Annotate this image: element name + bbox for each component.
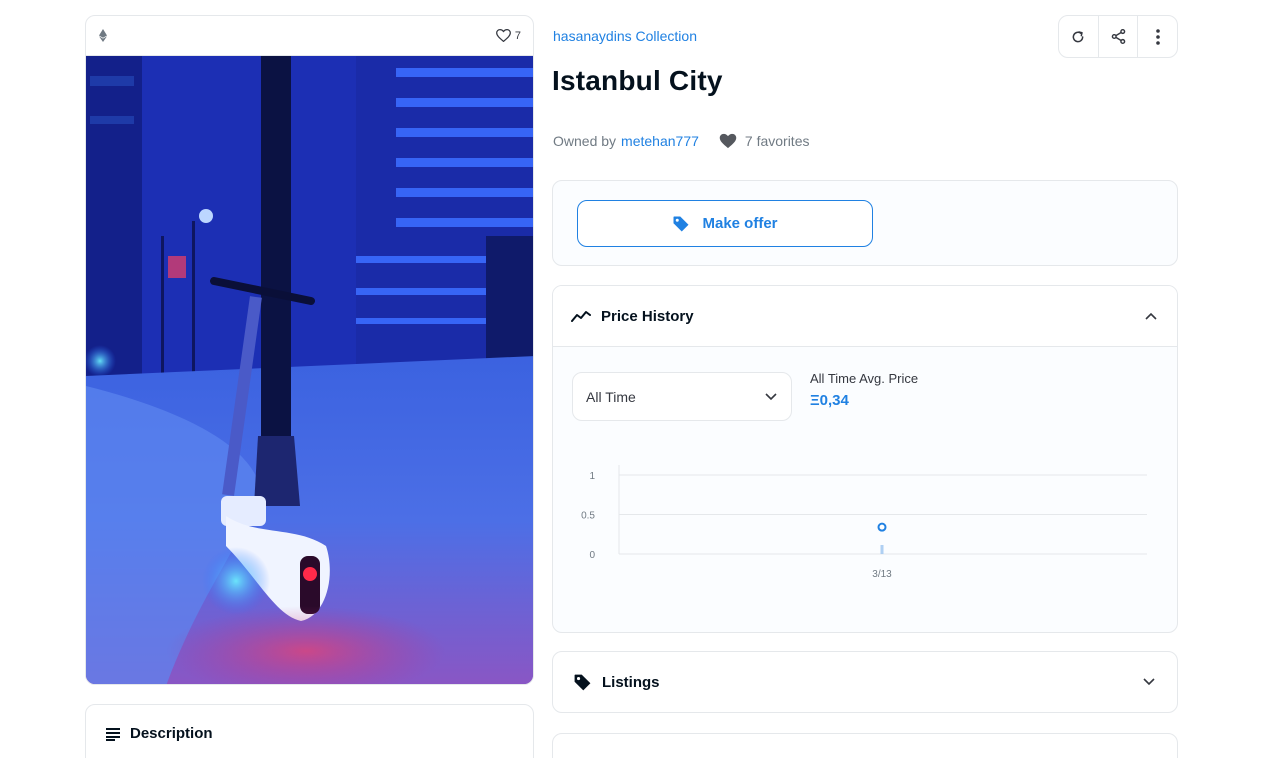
average-price-value: Ξ0,34 (810, 392, 849, 409)
time-range-value: All Time (586, 388, 636, 405)
share-icon (1111, 28, 1125, 45)
share-button[interactable] (1099, 16, 1139, 57)
price-history-title: Price History (601, 307, 694, 325)
price-history-header[interactable]: Price History (553, 286, 1177, 347)
more-vertical-icon (1155, 28, 1160, 45)
chart-y-tick-label: 0.5 (581, 511, 595, 522)
price-history-title-group: Price History (571, 308, 694, 325)
favorite-count: 7 (514, 29, 521, 42)
price-history-chart: 1 0.5 0 3/13 (581, 465, 1147, 580)
refresh-button[interactable] (1059, 16, 1099, 57)
tag-icon (673, 216, 689, 231)
price-history-panel: Price History All Time All Time Avg. Pri… (552, 285, 1178, 633)
chart-y-tick-label: 0 (589, 550, 595, 561)
owner-link[interactable]: metehan777 (621, 133, 699, 149)
nft-item-page: 7 Description hasanaydins Collection Ist… (0, 0, 1280, 758)
asset-media-card: 7 (85, 15, 534, 685)
listings-title-group: Listings (573, 673, 660, 692)
description-panel[interactable]: Description (85, 704, 534, 758)
more-options-button[interactable] (1138, 16, 1177, 57)
time-range-select[interactable]: All Time (572, 372, 792, 421)
make-offer-button[interactable]: Make offer (577, 200, 873, 247)
favorites-count-text: 7 favorites (744, 133, 810, 149)
tag-icon (574, 674, 591, 690)
chevron-down-icon[interactable] (1143, 678, 1155, 686)
average-price-block: All Time Avg. Price Ξ0,34 (810, 371, 918, 409)
description-header: Description (106, 725, 213, 742)
asset-image-artwork (86, 56, 533, 684)
chevron-up-icon[interactable] (1145, 312, 1157, 320)
average-price-label: All Time Avg. Price (810, 371, 919, 386)
heart-outline-icon (495, 29, 511, 42)
trade-panel: Make offer (552, 180, 1178, 266)
chart-volume-bar (880, 545, 884, 554)
favorites-info: 7 favorites (719, 133, 810, 149)
ethereum-icon (98, 29, 108, 43)
trend-line-icon (571, 311, 591, 322)
description-title: Description (130, 725, 213, 742)
heart-filled-icon (719, 133, 737, 149)
refresh-icon (1072, 30, 1084, 42)
make-offer-label: Make offer (702, 215, 778, 232)
chart-data-point (877, 522, 887, 532)
offers-panel[interactable] (552, 733, 1178, 758)
listings-panel[interactable]: Listings (552, 651, 1178, 713)
owned-by-label: Owned by (553, 133, 617, 149)
favorite-toggle[interactable]: 7 (495, 29, 521, 42)
asset-image[interactable] (86, 56, 533, 684)
item-actions (1058, 15, 1178, 58)
ownership-row: Owned by metehan777 7 favorites (553, 133, 809, 149)
item-title: Istanbul City (552, 65, 723, 96)
chart-x-tick-label: 3/13 (872, 569, 892, 580)
listings-title: Listings (602, 673, 660, 691)
chevron-down-icon (765, 392, 777, 400)
chart-y-tick-label: 1 (589, 471, 595, 482)
asset-media-header: 7 (86, 16, 533, 56)
description-icon (106, 727, 120, 741)
collection-link[interactable]: hasanaydins Collection (553, 28, 697, 44)
